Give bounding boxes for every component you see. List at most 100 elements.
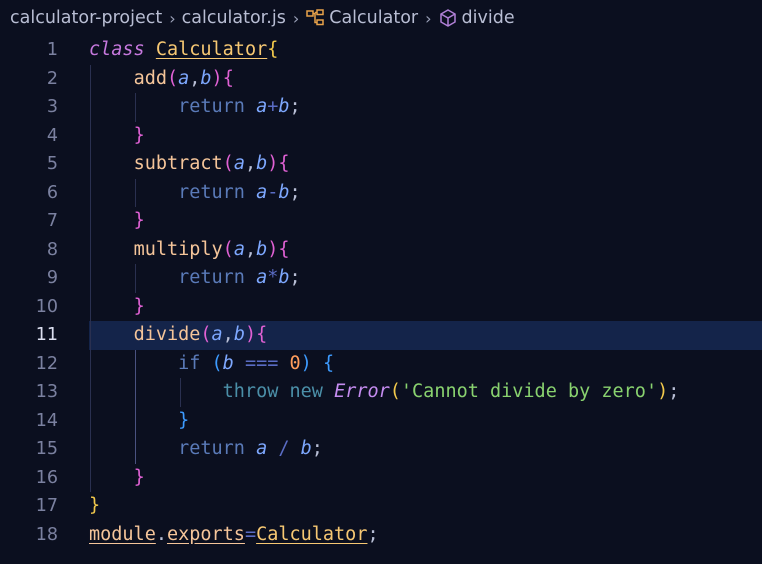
breadcrumb-project[interactable]: calculator-project [10, 8, 162, 28]
breadcrumb-method[interactable]: divide [438, 8, 515, 28]
param-a: a [256, 96, 268, 117]
param-b: b [278, 267, 290, 288]
line-text: return a-b; [89, 179, 301, 208]
open-brace: { [278, 153, 290, 174]
string-literal: 'Cannot divide by zero' [400, 381, 658, 402]
paren-open: ( [222, 238, 234, 260]
code-line[interactable]: 18 module.exports=Calculator; [0, 521, 762, 550]
operator: * [267, 267, 279, 288]
param-b: b [256, 153, 268, 174]
line-text: return a / b; [89, 435, 323, 464]
code-line[interactable]: 1 class Calculator{ [0, 36, 762, 65]
line-text: } [89, 293, 145, 322]
line-number: 14 [35, 410, 58, 431]
line-number: 11 [35, 325, 58, 345]
paren-open: ( [211, 352, 223, 374]
code-line[interactable]: 17 } [0, 492, 762, 521]
code-line[interactable]: 3 return a+b; [0, 93, 762, 122]
paren-close: ) [300, 352, 312, 374]
line-text: module.exports=Calculator; [89, 521, 379, 550]
code-line[interactable]: 4 } [0, 121, 762, 151]
line-number: 4 [46, 125, 58, 146]
param-a: a [256, 267, 268, 288]
operator: / [278, 438, 290, 459]
breadcrumb-class[interactable]: Calculator [305, 8, 418, 28]
line-number: 1 [46, 40, 58, 60]
code-line[interactable]: 12 if (b === 0) { [0, 349, 762, 379]
line-text: class Calculator{ [89, 36, 278, 65]
line-text: } [89, 122, 145, 151]
semicolon: ; [289, 181, 301, 203]
operator: - [267, 181, 279, 203]
code-area[interactable]: 1 class Calculator{ 2 add(a,b){ 3 return… [0, 36, 762, 549]
class-name: Calculator [256, 523, 368, 545]
code-editor[interactable]: calculator-project › calculator.js › Cal… [0, 0, 762, 564]
return-keyword: return [178, 438, 245, 459]
chevron-right-icon: › [425, 8, 432, 28]
line-number: 3 [46, 97, 58, 117]
line-number: 2 [46, 68, 58, 89]
param-a: a [178, 67, 190, 89]
line-text: return a*b; [89, 264, 301, 293]
return-keyword: return [178, 96, 245, 117]
new-keyword: new [289, 381, 323, 402]
breadcrumb-file[interactable]: calculator.js [182, 8, 286, 28]
param-b: b [278, 181, 290, 203]
code-line[interactable]: 14 } [0, 406, 762, 435]
method-name: add [133, 67, 167, 89]
code-line[interactable]: 13 throw new Error('Cannot divide by zer… [0, 378, 762, 407]
dot: . [155, 523, 167, 545]
if-keyword: if [178, 352, 201, 374]
method-name: divide [133, 324, 201, 345]
line-text: return a+b; [89, 93, 301, 122]
line-number: 18 [35, 524, 58, 545]
code-line[interactable]: 10 } [0, 292, 762, 322]
close-brace: } [133, 210, 145, 231]
semicolon: ; [289, 267, 301, 288]
line-number: 9 [46, 268, 58, 288]
line-text: if (b === 0) { [89, 350, 334, 379]
error-class: Error [334, 381, 390, 402]
open-brace: { [267, 39, 279, 60]
paren-close: ) [267, 238, 279, 260]
method-cube-icon [439, 9, 456, 27]
breadcrumb: calculator-project › calculator.js › Cal… [0, 0, 762, 36]
class-name: Calculator [155, 39, 268, 60]
param-b: b [256, 238, 268, 260]
paren-open: ( [200, 324, 212, 345]
param-a: a [233, 238, 245, 260]
code-line[interactable]: 5 subtract(a,b){ [0, 150, 762, 179]
param-b: b [200, 67, 212, 89]
code-line[interactable]: 15 return a / b; [0, 435, 762, 464]
param-b: b [278, 96, 290, 117]
param-b: b [300, 438, 312, 459]
chevron-right-icon: › [169, 8, 176, 28]
close-brace: } [178, 409, 190, 431]
code-line[interactable]: 2 add(a,b){ [0, 64, 762, 94]
comma: , [244, 238, 257, 260]
code-line[interactable]: 16 } [0, 463, 762, 492]
line-number: 10 [35, 296, 58, 317]
code-line[interactable]: 9 return a*b; [0, 264, 762, 293]
code-line[interactable]: 8 multiply(a,b){ [0, 235, 762, 265]
operator: + [267, 96, 279, 117]
code-line[interactable]: 6 return a-b; [0, 178, 762, 208]
return-keyword: return [178, 181, 245, 203]
semicolon: ; [289, 96, 301, 117]
line-text: subtract(a,b){ [89, 150, 290, 179]
close-brace: } [133, 295, 145, 317]
line-text: multiply(a,b){ [89, 236, 290, 265]
comma: , [244, 153, 257, 174]
close-brace: } [133, 466, 145, 488]
paren-close: ) [211, 67, 223, 89]
paren-open: ( [222, 153, 234, 174]
line-text: divide(a,b){ [89, 321, 268, 350]
line-number: 16 [35, 467, 58, 488]
code-line-current[interactable]: 11 divide(a,b){ [0, 321, 762, 350]
line-number: 13 [35, 382, 58, 402]
code-line[interactable]: 7 } [0, 207, 762, 236]
class-keyword: class [89, 39, 145, 60]
param-a: a [211, 324, 223, 345]
line-text: add(a,b){ [89, 65, 234, 94]
line-text: } [89, 492, 100, 521]
